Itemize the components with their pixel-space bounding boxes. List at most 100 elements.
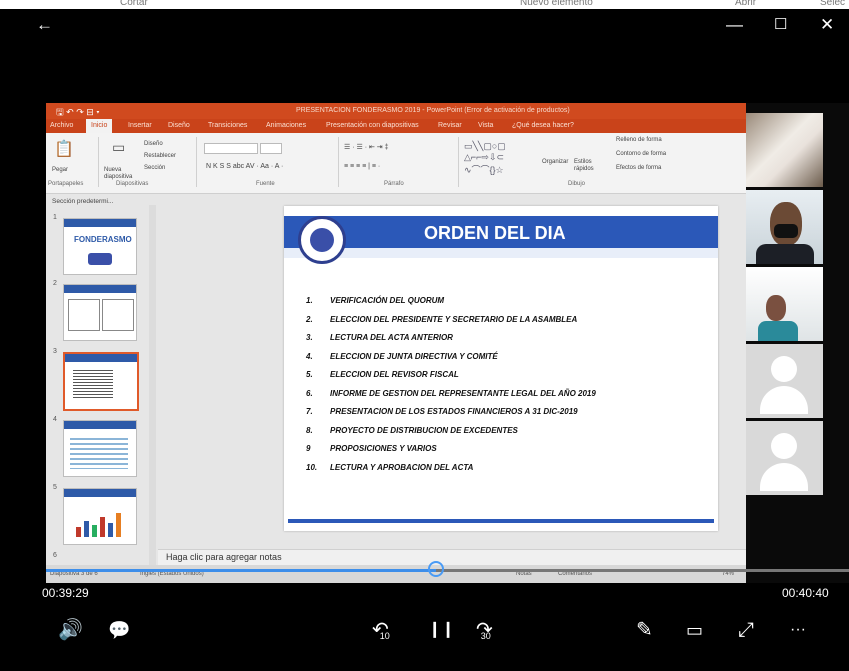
rewind-10-button[interactable]: ↶10 xyxy=(372,619,399,644)
bg-item: Selec xyxy=(820,0,846,8)
close-button[interactable]: ✕ xyxy=(820,15,834,35)
font-size-box xyxy=(260,143,282,154)
volume-icon[interactable]: 🔊 xyxy=(58,619,83,641)
reset-label: Restablecer xyxy=(144,153,177,159)
total-time: 00:40:40 xyxy=(782,586,829,600)
pause-button[interactable]: ❙❙ xyxy=(428,619,455,641)
seek-bar-thumb[interactable] xyxy=(428,561,444,577)
thumb-number: 6 xyxy=(53,552,57,559)
agenda-item-number: 5. xyxy=(306,370,313,379)
current-time: 00:39:29 xyxy=(42,586,89,600)
agenda-item-number: 10. xyxy=(306,462,318,472)
agenda-item-number: 7. xyxy=(306,407,313,416)
paragraph-buttons: ☰ · ☰ · ⇤ ⇥ ‡ xyxy=(344,144,389,151)
pen-icon[interactable]: ✎ xyxy=(636,619,653,641)
slide-edit-area: ORDEN DEL DIA 1. VERIFICACIÓN DEL QUORUM … xyxy=(158,194,746,549)
avatar-icon xyxy=(771,356,797,382)
group-fuente: Fuente xyxy=(256,181,275,187)
maximize-button[interactable]: ☐ xyxy=(774,15,787,35)
agenda-item: 5. ELECCION DEL REVISOR FISCAL xyxy=(306,370,706,389)
group-parrafo: Párrafo xyxy=(384,181,404,187)
avatar-icon xyxy=(771,433,797,459)
more-options-icon[interactable]: ··· xyxy=(790,619,806,641)
video-frame[interactable]: 🖫 ↶ ↷ ⊟ ▾ PRESENTACION FONDERASMO 2019 -… xyxy=(46,103,849,583)
agenda-item-text: PROYECTO DE DISTRIBUCION DE EXCEDENTES xyxy=(330,425,518,435)
minimize-button[interactable]: — xyxy=(726,15,743,35)
new-slide-icon: ▭ xyxy=(112,139,126,155)
agenda-item: 3. LECTURA DEL ACTA ANTERIOR xyxy=(306,333,706,352)
ppt-statusbar: Diapositiva 3 de 6 Inglés (Estados Unido… xyxy=(46,565,746,583)
forward-30-button[interactable]: ↷30 xyxy=(476,619,503,644)
bg-item: Nuevo elemento xyxy=(520,0,593,8)
agenda-item-text: PROPOSICIONES Y VARIOS xyxy=(330,444,437,453)
agenda-item-number: 2. xyxy=(306,314,313,324)
tab-archivo: Archivo xyxy=(50,122,74,129)
agenda-item-text: ELECCION DEL PRESIDENTE Y SECRETARIO DE … xyxy=(330,314,578,324)
ppt-ribbon-tabs: Archivo Inicio Insertar Diseño Transicio… xyxy=(46,119,746,133)
group-portapapeles: Portapapeles xyxy=(48,181,84,187)
slide-canvas: ORDEN DEL DIA 1. VERIFICACIÓN DEL QUORUM … xyxy=(284,206,718,531)
agenda-item: 4. ELECCION DE JUNTA DIRECTIVA Y COMITÉ xyxy=(306,352,706,371)
participant-video xyxy=(746,113,823,187)
agenda-item-text: INFORME DE GESTION DEL REPRESENTANTE LEG… xyxy=(330,388,596,398)
seek-bar-progress xyxy=(46,569,436,572)
agenda-item: 8. PROYECTO DE DISTRIBUCION DE EXCEDENTES xyxy=(306,426,706,445)
fullscreen-icon[interactable]: ⤢ xyxy=(738,619,754,641)
slide-thumbnail-3-selected xyxy=(63,352,139,411)
agenda-item-text: ELECCION DEL REVISOR FISCAL xyxy=(330,370,459,379)
slide-banner-accent xyxy=(284,248,718,258)
slide-bottom-rule xyxy=(288,519,714,523)
agenda-item-number: 9 xyxy=(306,444,311,453)
back-arrow-icon[interactable]: ← xyxy=(36,15,53,35)
agenda-item-number: 3. xyxy=(306,333,313,342)
seek-bar[interactable] xyxy=(46,561,849,577)
organization-seal-logo xyxy=(298,216,346,264)
thumb-number: 3 xyxy=(53,348,57,355)
layout-label: Diseño xyxy=(144,141,163,147)
tab-insertar: Insertar xyxy=(128,122,152,129)
agenda-item-text: PRESENTACION DE LOS ESTADOS FINANCIEROS … xyxy=(330,407,578,416)
ppt-window-title: PRESENTACION FONDERASMO 2019 - PowerPoin… xyxy=(296,107,570,114)
tell-me-search: ¿Qué desea hacer? xyxy=(512,122,574,129)
participant-video xyxy=(746,190,823,264)
agenda-item-text: ELECCION DE JUNTA DIRECTIVA Y COMITÉ xyxy=(330,351,498,361)
video-player: ← — ☐ ✕ 🖫 ↶ ↷ ⊟ ▾ PRESENTACION FONDERASM… xyxy=(14,9,849,664)
thumb-title: FONDERASMO xyxy=(74,235,132,244)
quick-styles-label: Estilos rápidos xyxy=(574,159,594,172)
agenda-item: 2. ELECCION DEL PRESIDENTE Y SECRETARIO D… xyxy=(306,315,706,334)
arrange-label: Organizar xyxy=(542,159,569,165)
slide-title: ORDEN DEL DIA xyxy=(424,223,566,243)
tab-vista: Vista xyxy=(478,122,494,129)
powerpoint-window: 🖫 ↶ ↷ ⊟ ▾ PRESENTACION FONDERASMO 2019 -… xyxy=(46,103,746,583)
tab-revisar: Revisar xyxy=(438,122,462,129)
agenda-item-number: 1. xyxy=(306,296,313,305)
agenda-item-text: VERIFICACIÓN DEL QUORUM xyxy=(330,296,445,305)
captions-icon[interactable]: 💬 xyxy=(108,619,130,641)
participant-video xyxy=(746,267,823,341)
rewind-seconds: 10 xyxy=(379,631,390,641)
player-topbar: ← — ☐ ✕ xyxy=(14,9,849,45)
slide-thumbnails-pane: Sección predetermi... 1 FONDERASMO 2 3 4… xyxy=(46,194,158,564)
ribbon-separator xyxy=(458,137,459,187)
group-diapositivas: Diapositivas xyxy=(116,181,149,187)
slide-thumbnail-5 xyxy=(63,488,137,545)
thumbnails-scrollbar xyxy=(149,205,156,565)
tab-inicio: Inicio xyxy=(86,119,113,133)
background-app-strip: Cortar Nuevo elemento Abrir Selec xyxy=(0,0,849,9)
thumb-number: 5 xyxy=(53,484,57,491)
agenda-item-text: LECTURA Y APROBACION DEL ACTA xyxy=(330,462,474,472)
group-dibujo: Dibujo xyxy=(568,181,586,187)
ppt-titlebar: 🖫 ↶ ↷ ⊟ ▾ PRESENTACION FONDERASMO 2019 -… xyxy=(46,103,746,119)
slide-thumbnail-2 xyxy=(63,284,137,341)
agenda-item: 7. PRESENTACION DE LOS ESTADOS FINANCIERO… xyxy=(306,407,706,426)
bg-item: Abrir xyxy=(735,0,757,8)
shape-fill: Relleno de forma xyxy=(616,137,662,143)
agenda-item: 6. INFORME DE GESTION DEL REPRESENTANTE L… xyxy=(306,389,706,408)
thumb-number: 1 xyxy=(53,214,57,221)
notes-pane: Haga clic para agregar notas xyxy=(158,549,746,566)
shape-effects: Efectos de forma xyxy=(616,165,662,171)
new-slide-label: Nueva diapositiva xyxy=(104,167,133,180)
tab-transiciones: Transiciones xyxy=(208,122,248,129)
cast-icon[interactable]: ▭ xyxy=(686,619,703,641)
agenda-list: 1. VERIFICACIÓN DEL QUORUM 2. ELECCION DEL… xyxy=(306,296,706,481)
